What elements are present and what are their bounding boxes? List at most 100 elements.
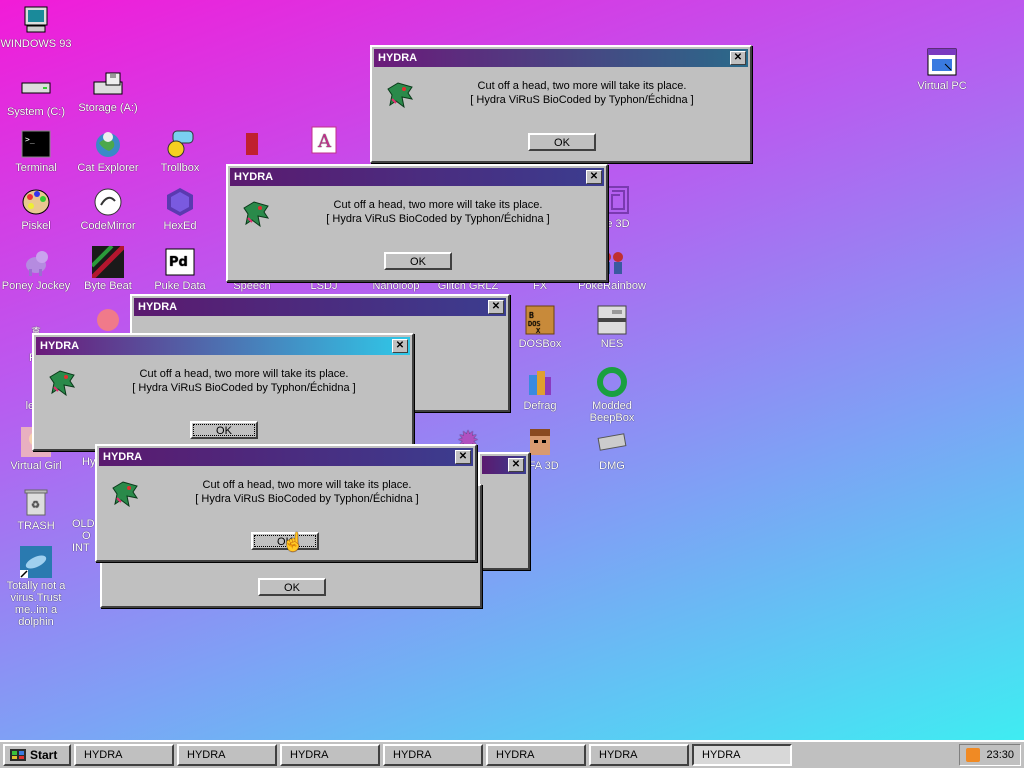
red-character-icon [236,128,268,160]
desktop-icon-dmg[interactable]: DMG [576,426,648,472]
desktop-icon-trollbox[interactable]: Trollbox [144,128,216,174]
taskbar-item-hydra[interactable]: HYDRA [280,744,380,766]
window-title: HYDRA [138,301,178,313]
title-bar: HYDRA ✕ [230,168,604,186]
title-bar: HYDRA ✕ [374,49,748,67]
icon-label: Defrag [523,400,557,412]
desktop-icon-nes[interactable]: NES [576,304,648,350]
ok-button[interactable]: OK [258,578,326,596]
desktop-icon-codemirror[interactable]: CodeMirror [72,186,144,232]
message-row: Cut off a head, two more will take its p… [372,69,750,111]
hydra-dialog-1: HYDRA ✕ Cut off a head, two more will ta… [370,45,752,163]
icon-label: NES [600,338,624,350]
icon-label: Trollbox [160,162,200,174]
defrag-icon [524,366,556,398]
message-row: Cut off a head, two more will take its p… [97,468,475,510]
message-text: Cut off a head, two more will take its p… [426,79,738,107]
hydra-dialog-2: HYDRA ✕ Cut off a head, two more will ta… [226,164,608,282]
icon-label: HexEd [163,220,197,232]
desktop-icon-system-c[interactable]: System (C:) [0,72,72,118]
window-icon [926,46,958,78]
hydra-dragon-icon [49,370,76,397]
svg-text:Pd: Pd [169,255,188,270]
message-line-1: Cut off a head, two more will take its p… [333,199,543,211]
desktop-icon-byte-beat[interactable]: Byte Beat [72,246,144,292]
desktop-icon-dosbox[interactable]: B DOS X DOSBox [504,304,576,350]
desktop-icon-virtual-pc[interactable]: Virtual PC [906,46,978,92]
hydra-dialog-3: HYDRA ✕ Cut off a head, two more will ta… [32,333,414,451]
desktop-icon-terminal[interactable]: >_ Terminal [0,128,72,174]
trash-icon: ♻ [20,486,52,518]
svg-text:A: A [317,131,332,152]
hard-drive-icon [20,72,52,104]
icon-label: Virtual PC [917,80,967,92]
title-bar: HYDRA ✕ [36,337,410,355]
hydra-dragon-icon [112,481,139,508]
icon-label: Terminal [15,162,57,174]
desktop-icon-poney-jockey[interactable]: Poney Jockey [0,246,72,292]
taskbar-item-hydra-active[interactable]: HYDRA [692,744,792,766]
terminal-icon: >_ [20,128,52,160]
computer-icon [20,4,52,36]
window-title: HYDRA [103,451,143,463]
desktop-icon-trash[interactable]: ♻ TRASH [0,486,72,532]
taskbar-item-hydra[interactable]: HYDRA [74,744,174,766]
message-line-2: [ Hydra ViRuS BioCoded by Typhon/Échidna… [326,213,550,225]
desktop-icon-windows93[interactable]: WINDOWS 93 [0,4,72,50]
codemirror-icon [92,186,124,218]
start-label: Start [30,748,58,762]
desktop-icon-cat-explorer[interactable]: Cat Explorer [72,128,144,174]
desktop-icon-partial-red[interactable] [216,128,288,162]
desktop-icon-piskel[interactable]: Piskel [0,186,72,232]
desktop-icon-modded-beepbox[interactable]: Modded BeepBox [576,366,648,424]
desktop-icon-hexed[interactable]: HexEd [144,186,216,232]
close-button[interactable]: ✕ [730,51,746,65]
close-button[interactable]: ✕ [392,339,408,353]
taskbar-item-hydra[interactable]: HYDRA [383,744,483,766]
ok-button[interactable]: OK [528,133,596,151]
close-button[interactable]: ✕ [508,458,524,472]
dmg-icon [596,426,628,458]
icon-label: TRASH [17,520,55,532]
beepbox-ring-icon [596,366,628,398]
ok-button[interactable]: OK [190,421,258,439]
taskbar-item-hydra[interactable]: HYDRA [177,744,277,766]
ok-button[interactable]: OK [384,252,452,270]
close-button[interactable]: ✕ [488,300,504,314]
desktop-icon-dolphin[interactable]: Totally not a virus.Trust me..im a dolph… [0,546,72,628]
message-row: Cut off a head, two more will take its p… [34,357,412,399]
pink-character-icon [92,304,124,336]
close-button[interactable]: ✕ [586,170,602,184]
start-button[interactable]: Start [3,744,71,766]
system-tray: 23:30 [959,744,1021,766]
desktop-icon-partial-a[interactable]: A [288,124,360,158]
taskbar-item-hydra[interactable]: HYDRA [486,744,586,766]
icon-label: Cat Explorer [77,162,139,174]
font-icon: A [308,124,340,156]
message-line-1: Cut off a head, two more will take its p… [477,80,687,92]
message-row: Cut off a head, two more will take its p… [228,188,606,230]
icon-label: Piskel [21,220,51,232]
icon-label: Byte Beat [84,280,132,292]
message-text: Cut off a head, two more will take its p… [151,478,463,506]
close-button[interactable]: ✕ [455,450,471,464]
icon-label: Modded BeepBox [589,400,635,424]
message-line-2: [ Hydra ViRuS BioCoded by Typhon/Échidna… [132,382,356,394]
window-title: HYDRA [40,340,80,352]
desktop-icon-defrag[interactable]: Defrag [504,366,576,412]
message-text: Cut off a head, two more will take its p… [88,367,400,395]
message-line-2: [ Hydra ViRuS BioCoded by Typhon/Échidna… [470,94,694,106]
rss-icon[interactable] [966,748,981,762]
icon-label: DOSBox [518,338,562,350]
title-bar: HYDRA ✕ [134,298,506,316]
desktop-icon-puke-data[interactable]: Pd Puke Data [144,246,216,292]
icon-label: DMG [599,460,625,472]
message-line-1: Cut off a head, two more will take its p… [202,479,412,491]
taskbar-item-hydra[interactable]: HYDRA [589,744,689,766]
hydra-dragon-icon [243,201,270,228]
desktop-icon-storage-a[interactable]: Storage (A:) [72,68,144,114]
title-bar: ✕ [482,456,526,474]
icon-label: WINDOWS 93 [0,38,72,50]
icon-label: Totally not a virus.Trust me..im a dolph… [6,580,66,628]
pd-icon: Pd [164,246,196,278]
